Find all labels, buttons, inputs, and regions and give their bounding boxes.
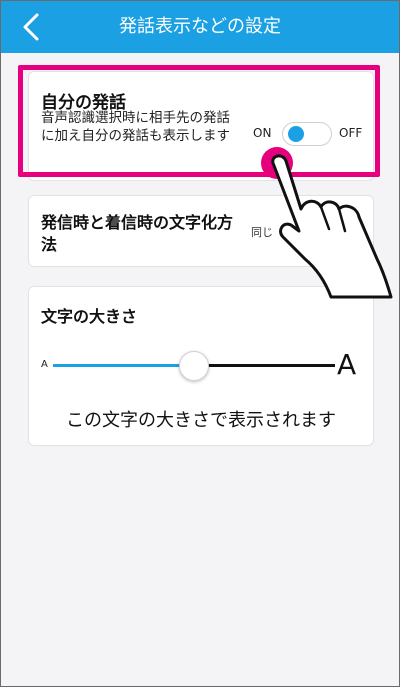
text-size-card: 文字の大きさ A A この文字の大きさで表示されます: [28, 286, 374, 446]
text-mode-title: 発信時と着信時の文字化方法: [41, 213, 234, 254]
pointing-hand-icon: [261, 147, 393, 299]
small-a-label: A: [41, 359, 48, 370]
text-size-slider-thumb[interactable]: [179, 351, 209, 381]
large-a-label: A: [337, 348, 357, 381]
page-title: 発話表示などの設定: [119, 16, 281, 37]
text-size-title: 文字の大きさ: [41, 307, 138, 326]
text-size-preview: この文字の大きさで表示されます: [66, 410, 336, 431]
slider-track-empty[interactable]: [193, 364, 335, 367]
slider-track-filled[interactable]: [53, 364, 193, 367]
header-bar: 発話表示などの設定: [1, 1, 399, 53]
